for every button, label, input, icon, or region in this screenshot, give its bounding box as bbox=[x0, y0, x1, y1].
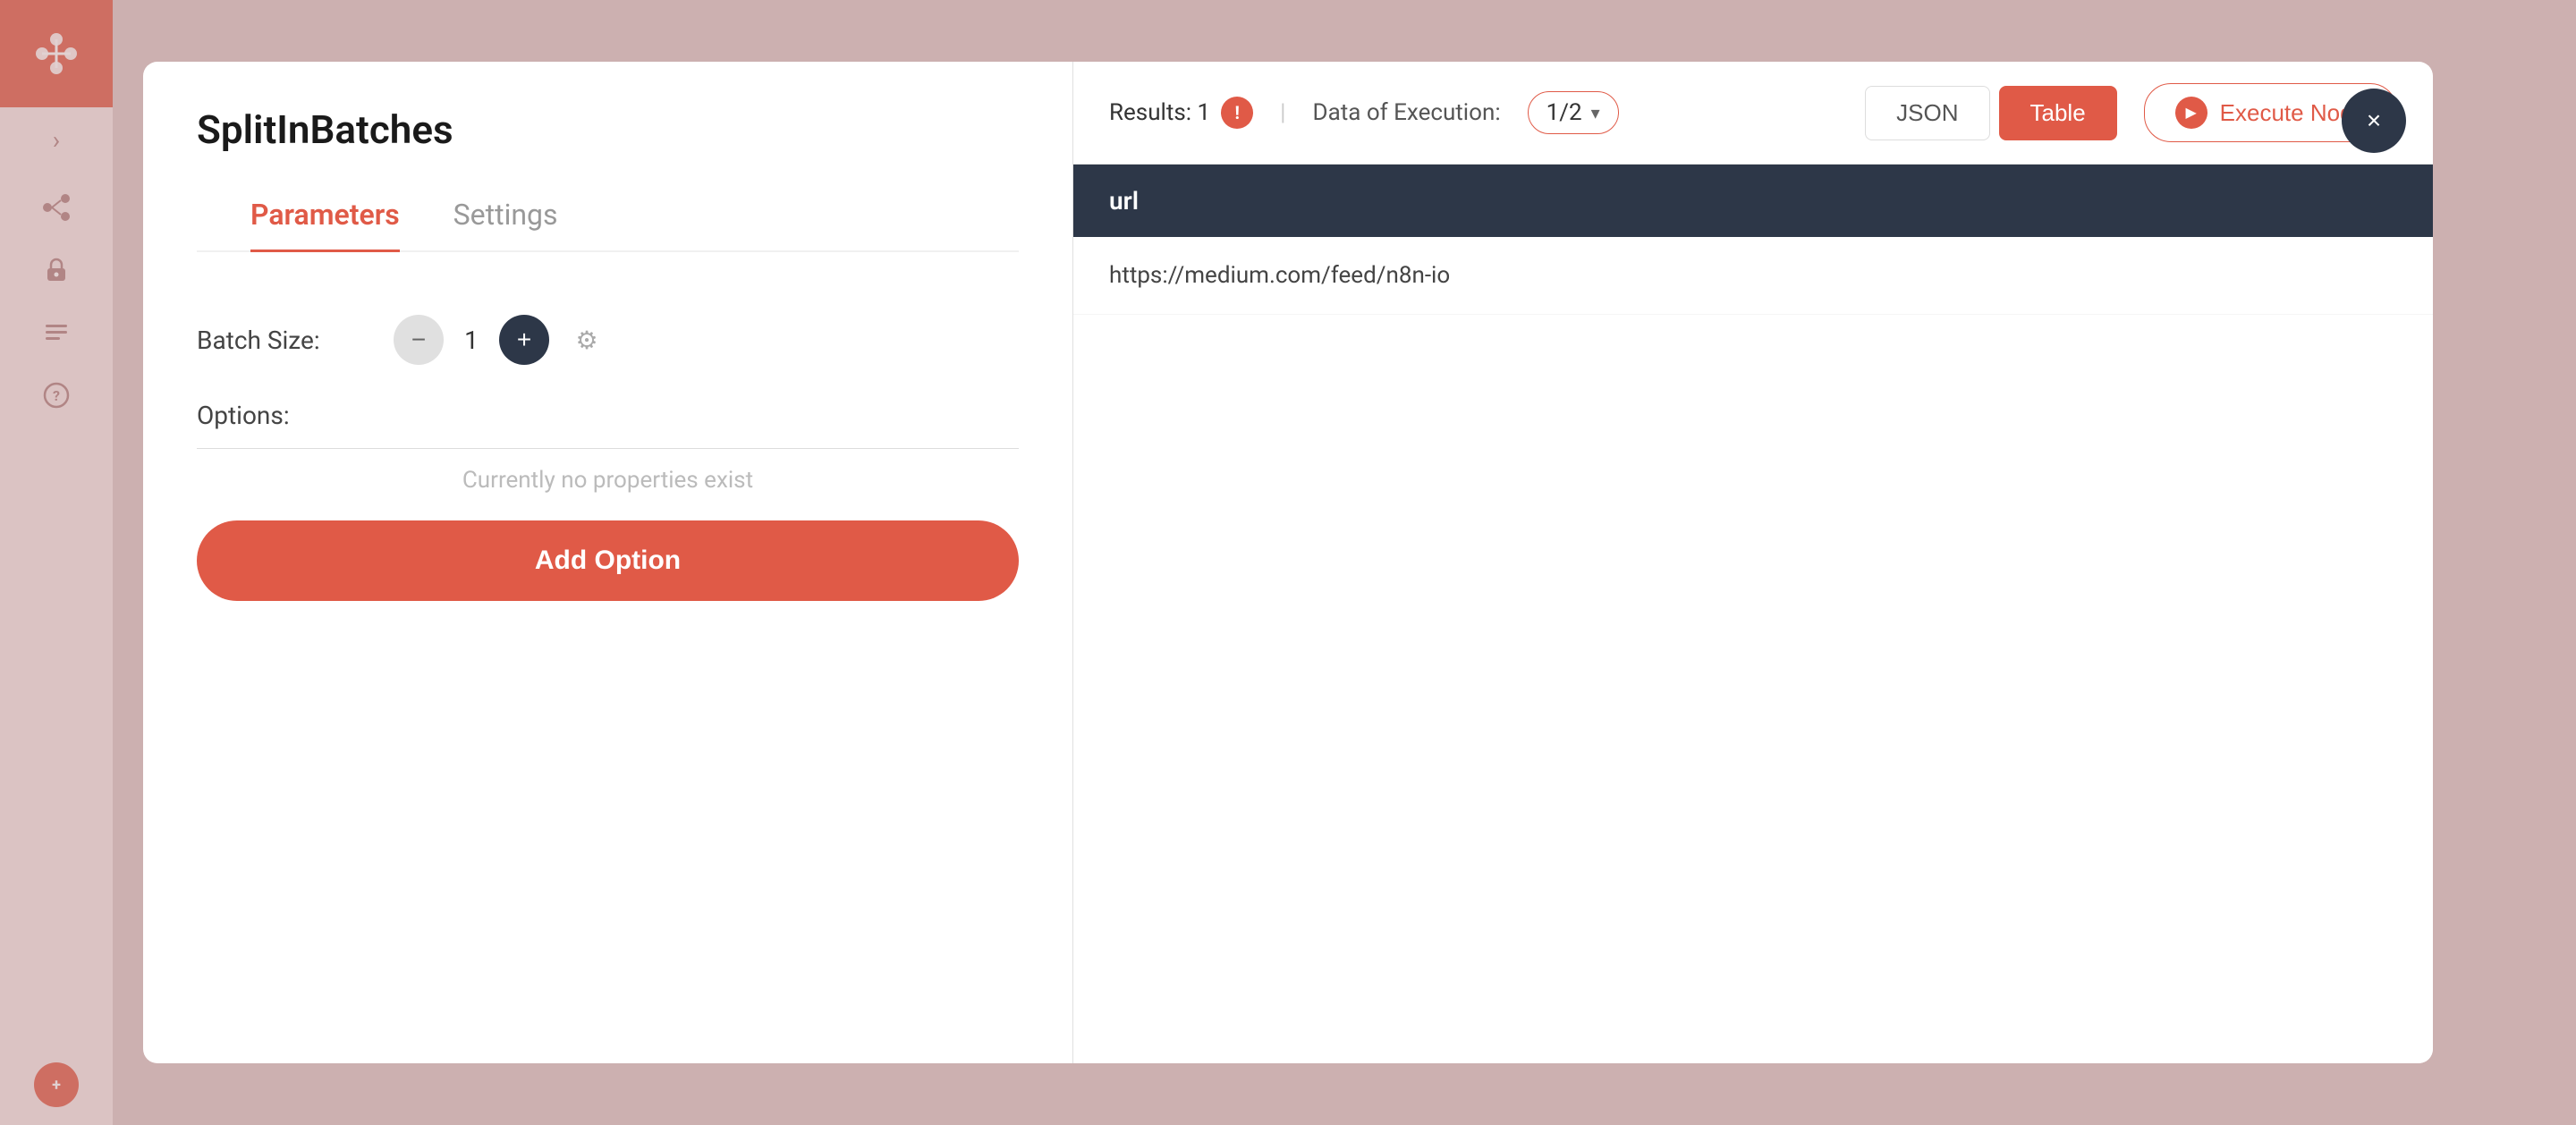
options-section: Options: Currently no properties exist A… bbox=[197, 401, 1019, 601]
right-panel-topbar: Results: 1 ! | Data of Execution: 1/2 ▾ … bbox=[1073, 62, 2433, 165]
data-execution-label: Data of Execution: bbox=[1313, 99, 1501, 126]
modal-dialog: × SplitInBatches Parameters Settings Bat… bbox=[143, 62, 2433, 1063]
separator: | bbox=[1280, 99, 1285, 126]
tab-bar: Parameters Settings bbox=[197, 180, 1019, 252]
view-toggle: JSON Table bbox=[1865, 86, 2117, 140]
results-text: Results: 1 ! bbox=[1109, 97, 1253, 129]
add-option-button[interactable]: Add Option bbox=[197, 520, 1019, 601]
results-count: Results: 1 bbox=[1109, 99, 1210, 126]
no-properties-text: Currently no properties exist bbox=[197, 467, 1019, 494]
modal-overlay: × SplitInBatches Parameters Settings Bat… bbox=[0, 0, 2576, 1125]
plus-icon: + bbox=[517, 326, 531, 354]
right-panel: Results: 1 ! | Data of Execution: 1/2 ▾ … bbox=[1073, 62, 2433, 1063]
play-icon: ▶ bbox=[2175, 97, 2207, 129]
left-panel-header: SplitInBatches Parameters Settings bbox=[143, 62, 1072, 270]
batch-size-row: Batch Size: − 1 + ⚙ bbox=[197, 315, 1019, 365]
options-label: Options: bbox=[197, 401, 1019, 430]
batch-size-label: Batch Size: bbox=[197, 326, 376, 355]
tab-settings[interactable]: Settings bbox=[453, 180, 558, 252]
execution-value: 1/2 bbox=[1546, 99, 1582, 126]
tab-parameters[interactable]: Parameters bbox=[250, 180, 400, 252]
node-title: SplitInBatches bbox=[197, 106, 1019, 153]
batch-size-decrement-button[interactable]: − bbox=[394, 315, 444, 365]
info-icon: ! bbox=[1221, 97, 1253, 129]
minus-icon: − bbox=[411, 326, 426, 354]
close-icon: × bbox=[2367, 106, 2381, 135]
parameters-content: Batch Size: − 1 + ⚙ bbox=[143, 270, 1072, 1063]
gear-icon: ⚙ bbox=[575, 326, 597, 355]
table-row: https://medium.com/feed/n8n-io bbox=[1073, 237, 2433, 315]
execution-dropdown[interactable]: 1/2 ▾ bbox=[1528, 91, 1619, 134]
batch-size-value: 1 bbox=[458, 326, 485, 355]
table-header-url: url bbox=[1073, 165, 2433, 237]
table-view-button[interactable]: Table bbox=[1999, 86, 2117, 140]
table-content: url https://medium.com/feed/n8n-io bbox=[1073, 165, 2433, 1063]
json-view-button[interactable]: JSON bbox=[1865, 86, 1989, 140]
chevron-down-icon: ▾ bbox=[1591, 102, 1600, 123]
batch-size-control: − 1 + ⚙ bbox=[394, 315, 610, 365]
left-panel: SplitInBatches Parameters Settings Batch… bbox=[143, 62, 1073, 1063]
modal-body: SplitInBatches Parameters Settings Batch… bbox=[143, 62, 2433, 1063]
batch-size-settings-button[interactable]: ⚙ bbox=[564, 317, 610, 363]
batch-size-increment-button[interactable]: + bbox=[499, 315, 549, 365]
options-divider bbox=[197, 448, 1019, 449]
close-button[interactable]: × bbox=[2342, 89, 2406, 153]
